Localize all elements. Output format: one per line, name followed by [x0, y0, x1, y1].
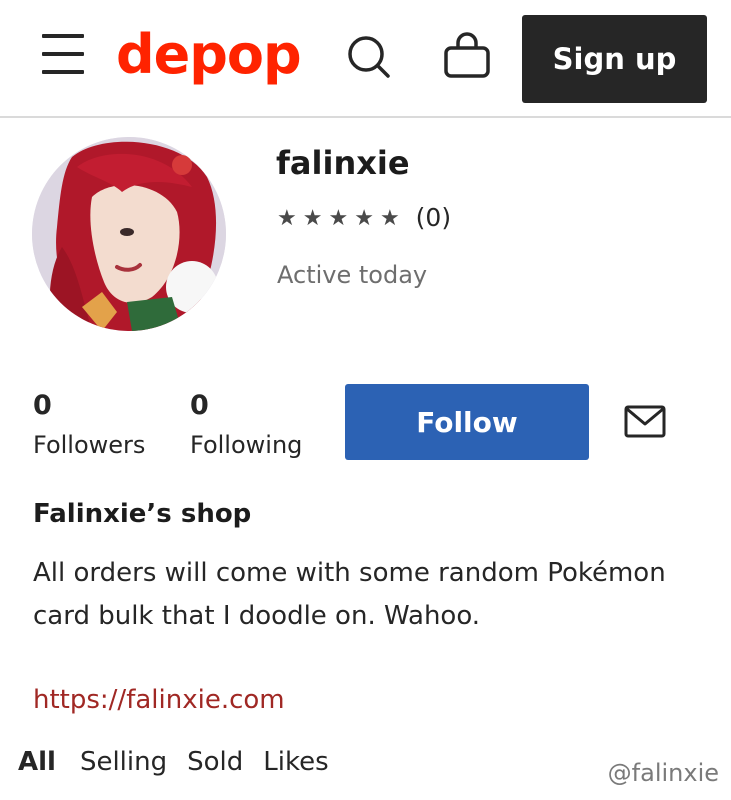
star-icon: ★: [354, 205, 374, 230]
followers-stat[interactable]: 0 Followers: [33, 388, 145, 462]
shop-title: Falinxie’s shop: [33, 499, 252, 529]
review-count: (0): [415, 203, 452, 232]
tab-selling[interactable]: Selling: [78, 742, 169, 782]
mail-icon[interactable]: [622, 404, 668, 440]
star-icon: ★: [379, 205, 400, 230]
sign-up-button[interactable]: Sign up: [522, 15, 707, 103]
tab-likes[interactable]: Likes: [261, 742, 330, 782]
tab-sold[interactable]: Sold: [185, 742, 245, 782]
followers-label: Followers: [33, 431, 146, 459]
shop-tabs: All Selling Sold Likes: [16, 740, 347, 784]
star-icon: ★: [328, 205, 349, 230]
watermark: @falinxie: [607, 759, 719, 787]
depop-logo[interactable]: depop: [116, 24, 302, 86]
search-icon[interactable]: [346, 34, 392, 80]
star-icon: ★: [302, 205, 323, 230]
following-label: Following: [190, 431, 303, 459]
rating[interactable]: ★ ★ ★ ★ ★ (0): [277, 200, 451, 236]
bag-icon[interactable]: [442, 30, 492, 80]
followers-count: 0: [33, 390, 52, 421]
avatar: [32, 137, 226, 331]
shop-website-link[interactable]: https://falinxie.com: [33, 680, 285, 720]
follow-button[interactable]: Follow: [345, 384, 589, 460]
shop-bio: All orders will come with some random Po…: [33, 558, 666, 631]
following-count: 0: [190, 390, 209, 421]
star-icon: ★: [277, 205, 297, 230]
top-navbar: depop Sign up: [0, 0, 731, 118]
username: falinxie: [276, 144, 410, 182]
following-stat[interactable]: 0 Following: [190, 388, 302, 462]
activity-status: Active today: [277, 261, 428, 289]
menu-icon[interactable]: [40, 34, 86, 76]
tab-all[interactable]: All: [16, 742, 58, 782]
